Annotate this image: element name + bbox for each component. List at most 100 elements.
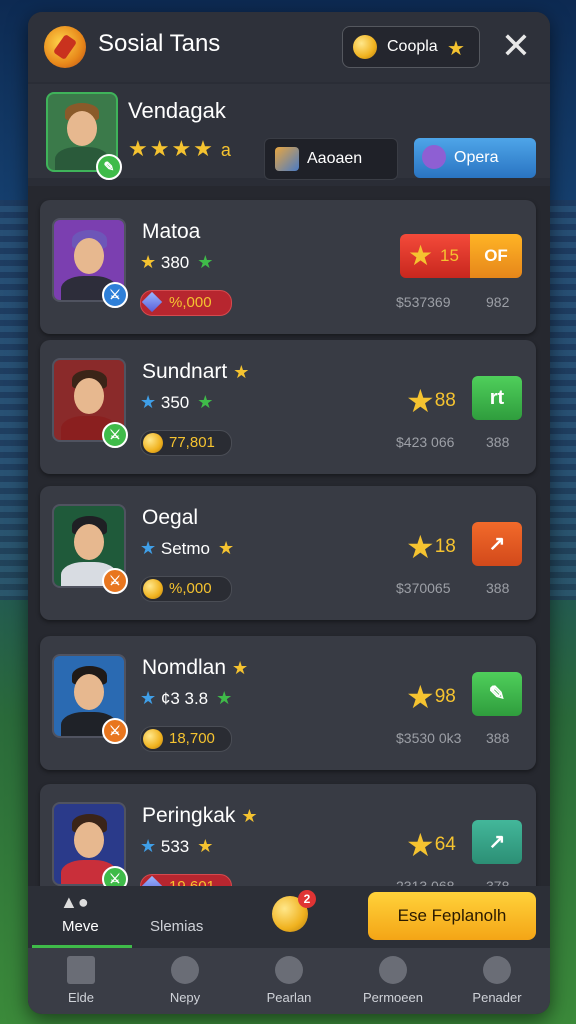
combo-score: 15 bbox=[440, 246, 459, 265]
profile-badge-icon: ✎ bbox=[96, 154, 122, 180]
player-coins-value: 19,601 bbox=[169, 878, 215, 886]
profile-button-blue[interactable]: Opera bbox=[414, 138, 536, 178]
close-button[interactable]: ✕ bbox=[496, 26, 536, 66]
combo-label: OF bbox=[470, 234, 522, 278]
player-coins-value: 77,801 bbox=[169, 434, 215, 451]
coin-icon bbox=[353, 35, 377, 59]
player-name-text: Sundnart bbox=[142, 360, 228, 383]
player-card[interactable]: ⚔ Nomdlan ★ ★ ¢3 3.8 ★ 18,700 ★98 ✎ $3530 0k3 388 bbox=[40, 636, 536, 770]
player-list[interactable]: ⚔ Matoa ★ 380 ★ %,000 ★ 15 OF $537369 982 ⚔ Sundna… bbox=[28, 186, 550, 886]
player-name-text: Nomdlan bbox=[142, 656, 227, 679]
player-action-button[interactable]: ✎ bbox=[472, 672, 522, 716]
player-value-extra: 388 bbox=[486, 434, 510, 450]
player-action-button[interactable]: ↗ bbox=[472, 820, 522, 864]
star-icon: ★ bbox=[408, 240, 434, 271]
cta-button[interactable]: Ese Feplanolh bbox=[368, 892, 536, 940]
coin-icon bbox=[143, 729, 163, 749]
star-icon: ★ bbox=[233, 362, 250, 382]
profile-name: Vendagak bbox=[128, 98, 226, 123]
player-action-button[interactable]: ↗ bbox=[472, 522, 522, 566]
star-icon: ★ bbox=[406, 827, 435, 863]
player-coins: 77,801 bbox=[140, 430, 232, 456]
profile-button-dark-label: Aaoaen bbox=[307, 150, 363, 167]
bottom-nav: Elde Nepy Pearlan Permoeen Penader bbox=[28, 948, 550, 1014]
person-icon bbox=[483, 956, 511, 984]
player-level: ★ Setmo ★ bbox=[140, 538, 234, 559]
clock-icon bbox=[171, 956, 199, 984]
nav-item-label: Pearlan bbox=[266, 990, 312, 1005]
nav-item-label: Permoeen bbox=[363, 990, 423, 1005]
gold-star-icon: ★ bbox=[197, 836, 214, 856]
player-coins: %,000 bbox=[140, 290, 232, 316]
green-star-icon: ★ bbox=[197, 392, 214, 412]
nav-item-penader[interactable]: Penader bbox=[445, 948, 549, 1014]
player-value-extra: 388 bbox=[486, 730, 510, 746]
panel-header: Sosial Tans Coopla ★ ✕ bbox=[28, 12, 550, 82]
player-coins: %,000 bbox=[140, 576, 232, 602]
green-star-icon: ★ bbox=[197, 252, 214, 272]
player-value-extra: 982 bbox=[486, 294, 510, 310]
player-action-button[interactable]: rt bbox=[472, 376, 522, 420]
player-value-extra: 388 bbox=[486, 580, 510, 596]
player-name-text: Oegal bbox=[142, 506, 199, 529]
player-badge-icon: ⚔ bbox=[102, 568, 128, 594]
player-score: ★64 bbox=[406, 826, 456, 864]
player-level-value: 350 bbox=[160, 393, 190, 412]
player-badge-icon: ⚔ bbox=[102, 422, 128, 448]
nav-item-label: Nepy bbox=[169, 990, 201, 1005]
tab-slemias[interactable]: Slemias bbox=[150, 918, 203, 935]
player-coins-value: 18,700 bbox=[169, 730, 215, 747]
gift-count-badge: 2 bbox=[298, 890, 316, 908]
coin-button-label: Coopla bbox=[387, 38, 438, 55]
player-coins-value: %,000 bbox=[169, 580, 212, 597]
player-score: ★18 bbox=[406, 528, 456, 566]
tab-bar: ▲● Meve Slemias 2 Ese Feplanolh bbox=[28, 886, 550, 948]
nav-item-nepy[interactable]: Nepy bbox=[133, 948, 237, 1014]
profile-button-dark[interactable]: Aaoaen bbox=[264, 138, 398, 180]
coin-icon bbox=[143, 579, 163, 599]
home-icon bbox=[67, 956, 95, 984]
player-coins: 18,700 bbox=[140, 726, 232, 752]
nav-item-permoeen[interactable]: Permoeen bbox=[341, 948, 445, 1014]
star-icon: ★ bbox=[406, 383, 435, 419]
chest-icon bbox=[275, 147, 299, 171]
player-card[interactable]: ⚔Peringkak★★ 533★19,601★64↗2313 068378 bbox=[40, 784, 536, 886]
player-level: ★ 380 ★ bbox=[140, 252, 213, 273]
player-value: $370065 bbox=[396, 580, 451, 596]
player-value: 2313 068 bbox=[396, 878, 455, 886]
star-icon: ★ bbox=[241, 806, 258, 826]
nav-item-elde[interactable]: Elde bbox=[29, 948, 133, 1014]
tab-icon: ▲● bbox=[60, 892, 89, 912]
player-level-value: 380 bbox=[160, 253, 190, 272]
coin-button[interactable]: Coopla ★ bbox=[342, 26, 480, 68]
player-level: ★ ¢3 3.8 ★ bbox=[140, 688, 232, 709]
gold-star-icon: ★ bbox=[218, 538, 235, 558]
player-card[interactable]: ⚔ Matoa ★ 380 ★ %,000 ★ 15 OF $537369 982 bbox=[40, 200, 536, 334]
star-icon: ★ bbox=[232, 658, 249, 678]
social-panel: Sosial Tans Coopla ★ ✕ ✎ Vendagak ★★★★ a … bbox=[28, 12, 550, 1014]
player-level-value: 533 bbox=[160, 837, 190, 856]
profile-rating: ★★★★ a bbox=[128, 136, 233, 162]
player-level: ★ 350 ★ bbox=[140, 392, 213, 413]
blue-star-icon: ★ bbox=[140, 688, 157, 708]
player-score: ★88 bbox=[406, 382, 456, 420]
gem-icon bbox=[141, 875, 163, 886]
character-icon bbox=[422, 145, 446, 169]
player-card[interactable]: ⚔ Sundnart ★ ★ 350 ★ 77,801 ★88 rt $423 066 388 bbox=[40, 340, 536, 474]
blue-star-icon: ★ bbox=[140, 538, 157, 558]
player-name: Oegal bbox=[142, 506, 198, 530]
globe-icon bbox=[275, 956, 303, 984]
nav-item-pearlan[interactable]: Pearlan bbox=[237, 948, 341, 1014]
player-card[interactable]: ⚔ Oegal ★ Setmo ★ %,000 ★18 ↗ $370065 388 bbox=[40, 486, 536, 620]
player-score-value: 98 bbox=[434, 686, 456, 708]
player-name: Peringkak ★ bbox=[142, 804, 258, 828]
player-score-value: 64 bbox=[434, 834, 456, 856]
player-name-text: Peringkak bbox=[142, 804, 236, 827]
rating-stars-icon: ★★★★ bbox=[128, 136, 215, 161]
player-value: $423 066 bbox=[396, 434, 455, 450]
player-badge-icon: ⚔ bbox=[102, 282, 128, 308]
player-level-value: Setmo bbox=[160, 539, 211, 558]
tab-meve[interactable]: ▲● Meve bbox=[32, 886, 132, 948]
score-combo-button[interactable]: ★ 15 OF bbox=[400, 234, 522, 278]
player-coins-value: %,000 bbox=[169, 294, 212, 311]
